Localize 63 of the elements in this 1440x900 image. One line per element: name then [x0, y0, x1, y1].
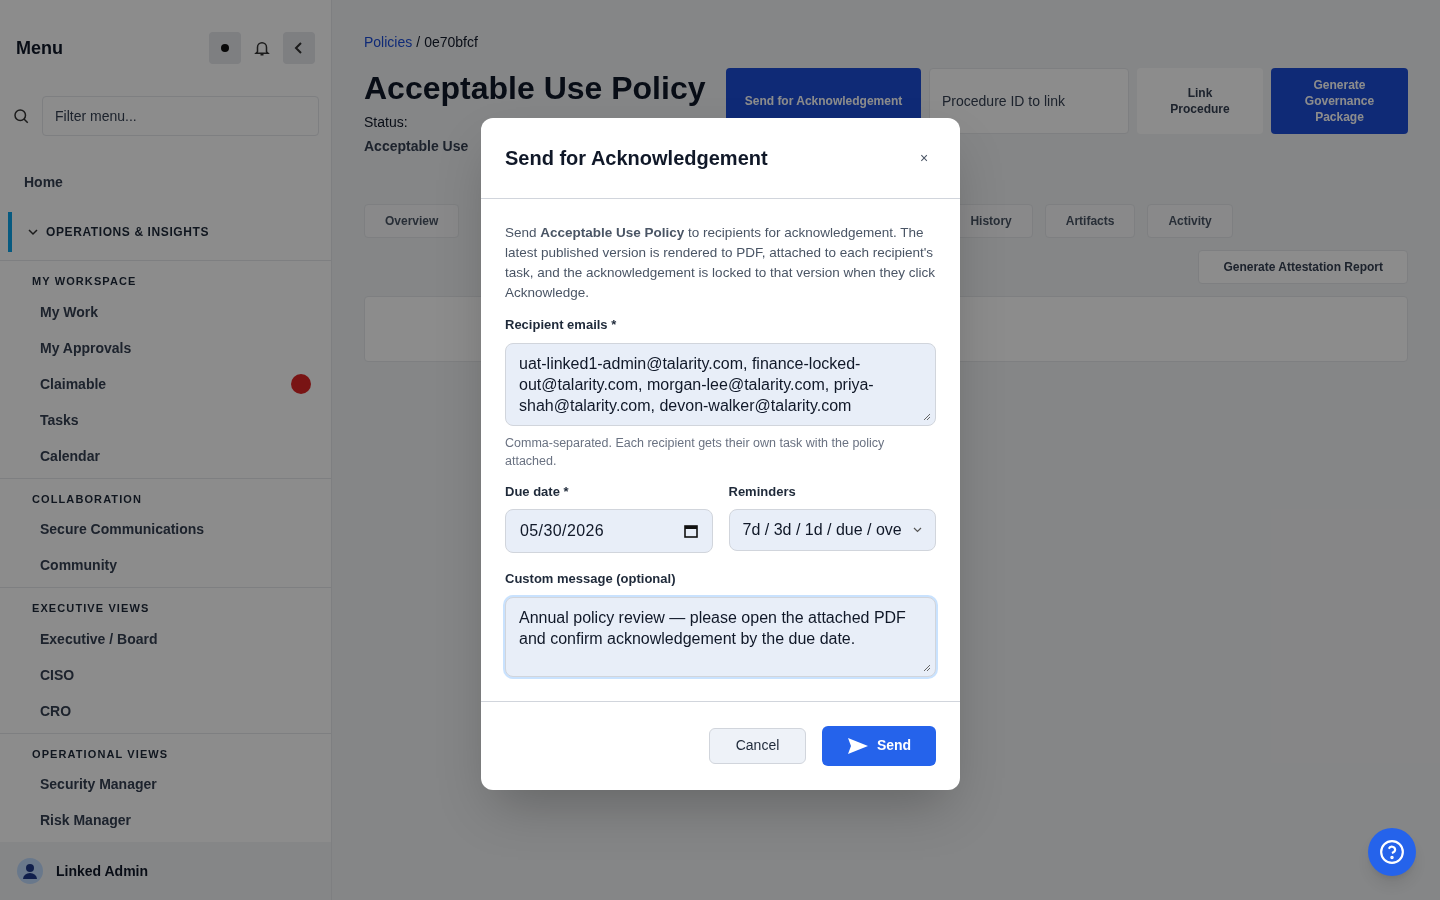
nav-link[interactable]: Calendar	[40, 445, 100, 466]
cancel-button[interactable]: Cancel	[709, 727, 806, 764]
status-label: Status:	[364, 113, 408, 132]
page-title: Acceptable Use Policy	[364, 69, 706, 108]
nav-link[interactable]: Claimable	[40, 373, 107, 394]
tab[interactable]: Overview	[364, 204, 460, 238]
tab[interactable]: Activity	[1147, 204, 1233, 238]
close-button[interactable]: ×	[912, 146, 936, 170]
custom-message-field[interactable]: Annual policy review — please open the attached PDF and confirm acknowledgement by the due date.	[505, 596, 936, 677]
nav-link[interactable]: Risk Manager	[40, 810, 132, 830]
user-name: Linked Admin	[56, 862, 149, 881]
chevron-icon	[913, 527, 922, 533]
send-icon	[846, 736, 869, 755]
nav-link[interactable]: Security Manager	[40, 774, 157, 794]
collapse-button[interactable]	[283, 32, 315, 64]
field-hint: Comma-separated. Each recipient gets their own task with the policy attached.	[505, 434, 886, 470]
chevron-left-icon	[294, 42, 304, 54]
page-subtitle: Acceptable Use	[364, 137, 470, 156]
dialog-description: Send Acceptable Use Policy to recipients for acknowledgement. The latest published version is rendered to PDF, attached to each recipient's task, and the acknowledgement is locked to that version when they click Acknowledge.	[505, 224, 936, 302]
group-label: EXECUTIVE VIEWS	[31, 601, 151, 616]
date-value: 05/30/2026	[520, 521, 605, 541]
menu-title: Menu	[16, 37, 63, 60]
add-button[interactable]	[209, 32, 241, 64]
group-label: MY WORKSPACE	[31, 274, 138, 289]
field-label: Custom message (optional)	[505, 570, 677, 588]
breadcrumb-separator: /	[416, 33, 421, 52]
help-icon	[1379, 839, 1405, 865]
field-label: Due date *	[505, 482, 570, 501]
group-label: OPERATIONAL VIEWS	[31, 746, 170, 762]
nav-link[interactable]: CRO	[40, 700, 72, 721]
breadcrumb-current: 0e70bfcf	[424, 33, 478, 52]
nav-link[interactable]: Community	[40, 555, 117, 575]
due-date-field[interactable]: 05/30/2026	[505, 509, 713, 553]
report-button[interactable]: Generate Attestation Report	[1198, 250, 1408, 284]
procedure-id-field[interactable]: Procedure ID to link	[929, 68, 1129, 134]
tab[interactable]: Artifacts	[1044, 204, 1136, 238]
reminders-select[interactable]: 7d / 3d / 1d / due / ove	[728, 509, 936, 551]
bell-icon[interactable]	[253, 39, 271, 57]
action-button[interactable]: Generate Governance Package	[1271, 68, 1408, 134]
dialog-title: Send for Acknowledgement	[505, 146, 768, 171]
resize-handle-icon[interactable]	[923, 412, 931, 421]
nav-link[interactable]: My Approvals	[40, 337, 132, 358]
section-header[interactable]: OPERATIONS & INSIGHTS	[46, 224, 210, 240]
nav-link[interactable]: CISO	[40, 664, 75, 685]
recipient-emails-field[interactable]: uat-linked1-admin@talarity.com, finance-locked-out@talarity.com, morgan-lee@talarity.com, priya-shah@talarity.com, devon-walker@talarity.com	[505, 342, 936, 426]
nav-link[interactable]: My Work	[40, 301, 99, 322]
field-label: Reminders	[728, 482, 797, 501]
send-button[interactable]: Send	[822, 725, 936, 766]
nav-link[interactable]: Secure Communications	[40, 519, 205, 539]
field-label: Recipient emails *	[505, 316, 618, 334]
resize-handle-icon[interactable]	[923, 663, 931, 672]
nav-link[interactable]: Tasks	[40, 409, 79, 430]
dot-icon	[220, 43, 230, 53]
filter-field[interactable]: Filter menu...	[42, 96, 319, 136]
action-button[interactable]: Link Procedure	[1137, 68, 1263, 134]
help-button[interactable]	[1368, 828, 1416, 876]
calendar-icon[interactable]	[683, 524, 698, 538]
breadcrumb-link[interactable]: Policies	[364, 32, 413, 52]
nav-link[interactable]: Home	[0, 160, 331, 204]
search-icon	[12, 107, 30, 125]
group-label: COLLABORATION	[31, 491, 144, 507]
avatar-icon[interactable]	[16, 857, 44, 885]
nav-link[interactable]: Executive / Board	[40, 628, 158, 649]
